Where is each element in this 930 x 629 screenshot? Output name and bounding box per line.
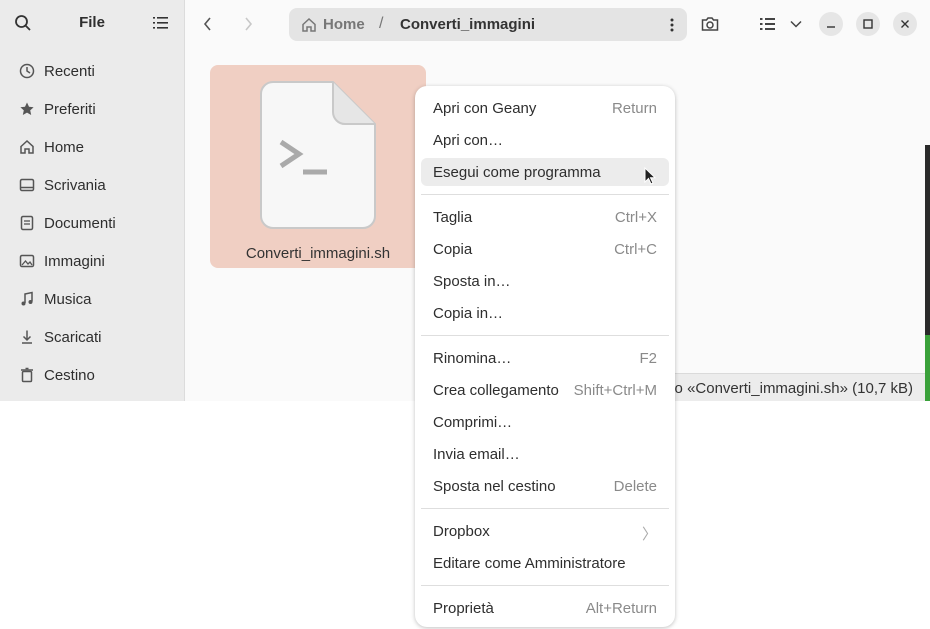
- menu-item-shortcut: Ctrl+X: [614, 209, 657, 226]
- menu-separator: [421, 585, 669, 586]
- sidebar-item-label: Home: [44, 138, 85, 156]
- list-view-icon[interactable]: [753, 9, 783, 39]
- menu-item-label: Proprietà: [433, 600, 494, 617]
- menu-item-label: Sposta in…: [433, 273, 511, 290]
- desktop-icon: [18, 176, 36, 194]
- menu-item-comprimi[interactable]: Comprimi…: [421, 408, 669, 436]
- minimize-icon[interactable]: [819, 12, 843, 36]
- sidebar-header: File: [0, 0, 184, 46]
- sidebar-item-cestino[interactable]: Cestino: [10, 359, 176, 391]
- file-name: Converti_immagini.sh: [245, 245, 391, 262]
- menu-item-shortcut: Ctrl+C: [614, 241, 657, 258]
- menu-item-shortcut: Return: [611, 100, 657, 117]
- menu-item-label: Esegui come programma: [433, 164, 601, 181]
- status-text: to «Converti_immagini.sh» (10,7 kB): [670, 380, 913, 397]
- home-icon: [302, 17, 316, 32]
- menu-separator: [421, 508, 669, 509]
- sidebar-item-label: Scrivania: [44, 176, 106, 194]
- download-icon: [18, 328, 36, 346]
- sidebar-item-label: Preferiti: [44, 100, 96, 118]
- home-icon: [18, 138, 36, 156]
- hamburger-menu-icon[interactable]: [150, 12, 172, 34]
- view-options-chevron-icon[interactable]: [781, 9, 811, 39]
- star-icon: [18, 100, 36, 118]
- sidebar-item-label: Documenti: [44, 214, 116, 232]
- menu-item-label: Dropbox: [433, 523, 490, 540]
- menu-item-taglia[interactable]: Taglia Ctrl+X: [421, 203, 669, 231]
- menu-item-shortcut: Delete: [613, 478, 657, 495]
- menu-item-label: Apri con Geany: [433, 100, 537, 117]
- menu-item-label: Crea collegamento: [433, 382, 559, 399]
- close-icon[interactable]: [893, 12, 917, 36]
- trash-icon: [18, 366, 36, 384]
- menu-separator: [421, 194, 669, 195]
- sidebar-item-label: Musica: [44, 290, 92, 308]
- sidebar-item-documenti[interactable]: Documenti: [10, 207, 176, 239]
- menu-item-proprieta[interactable]: Proprietà Alt+Return: [421, 594, 669, 622]
- menu-item-label: Copia in…: [433, 305, 504, 322]
- menu-item-sposta-nel-cestino[interactable]: Sposta nel cestino Delete: [421, 472, 669, 500]
- menu-item-shortcut: Alt+Return: [585, 600, 657, 617]
- menu-item-editare-come-amministratore[interactable]: Editare come Amministratore: [421, 549, 669, 577]
- back-icon[interactable]: [193, 9, 223, 39]
- breadcrumb-separator: /: [379, 15, 384, 32]
- menu-item-shortcut: Shift+Ctrl+M: [573, 382, 657, 399]
- forward-icon[interactable]: [233, 9, 263, 39]
- menu-item-label: Invia email…: [433, 446, 520, 463]
- context-menu: Apri con Geany Return Apri con… Esegui c…: [415, 86, 675, 627]
- document-icon: [18, 214, 36, 232]
- breadcrumb: Home / Converti_immagini: [289, 8, 687, 41]
- menu-item-rinomina[interactable]: Rinomina… F2: [421, 344, 669, 372]
- sidebar-item-preferiti[interactable]: Preferiti: [10, 93, 176, 125]
- breadcrumb-current[interactable]: Converti_immagini: [400, 16, 535, 33]
- menu-item-apri-con-geany[interactable]: Apri con Geany Return: [421, 94, 669, 122]
- search-folder-icon[interactable]: [695, 9, 725, 39]
- menu-item-esegui-come-programma[interactable]: Esegui come programma: [421, 158, 669, 186]
- menu-item-label: Apri con…: [433, 132, 504, 149]
- menu-item-dropbox[interactable]: Dropbox 〉: [421, 517, 669, 545]
- sidebar-item-label: Cestino: [44, 366, 95, 384]
- sidebar-item-scaricati[interactable]: Scaricati: [10, 321, 176, 353]
- breadcrumb-home-label: Home: [323, 16, 365, 33]
- menu-item-copia[interactable]: Copia Ctrl+C: [421, 235, 669, 263]
- script-file-icon: [260, 81, 376, 229]
- sidebar-item-scrivania[interactable]: Scrivania: [10, 169, 176, 201]
- menu-item-crea-collegamento[interactable]: Crea collegamento Shift+Ctrl+M: [421, 376, 669, 404]
- menu-item-label: Comprimi…: [433, 414, 513, 431]
- file-item[interactable]: Converti_immagini.sh: [210, 65, 426, 268]
- menu-item-label: Taglia: [433, 209, 473, 226]
- menu-item-sposta-in[interactable]: Sposta in…: [421, 267, 669, 295]
- menu-item-label: Copia: [433, 241, 473, 258]
- sidebar-item-immagini[interactable]: Immagini: [10, 245, 176, 277]
- sidebar-item-label: Recenti: [44, 62, 95, 80]
- sidebar-item-label: Scaricati: [44, 328, 102, 346]
- clock-icon: [18, 62, 36, 80]
- sidebar: File Recenti Preferiti Home Scrivania Do…: [0, 0, 185, 401]
- sidebar-item-home[interactable]: Home: [10, 131, 176, 163]
- sidebar-item-recenti[interactable]: Recenti: [10, 55, 176, 87]
- sidebar-item-musica[interactable]: Musica: [10, 283, 176, 315]
- maximize-icon[interactable]: [856, 12, 880, 36]
- breadcrumb-home[interactable]: Home: [301, 16, 365, 33]
- menu-separator: [421, 335, 669, 336]
- image-icon: [18, 252, 36, 270]
- menu-item-copia-in[interactable]: Copia in…: [421, 299, 669, 327]
- mouse-pointer-icon: [644, 167, 656, 185]
- path-menu-icon[interactable]: [661, 14, 683, 36]
- menu-item-apri-con[interactable]: Apri con…: [421, 126, 669, 154]
- menu-item-shortcut: F2: [639, 350, 657, 367]
- music-icon: [18, 290, 36, 308]
- menu-item-label: Editare come Amministratore: [433, 555, 626, 572]
- menu-item-invia-email[interactable]: Invia email…: [421, 440, 669, 468]
- sidebar-item-label: Immagini: [44, 252, 105, 270]
- status-bar: to «Converti_immagini.sh» (10,7 kB): [655, 373, 930, 401]
- background-window-edge-green: [925, 335, 930, 401]
- menu-item-label: Sposta nel cestino: [433, 478, 556, 495]
- submenu-arrow-icon: 〉: [641, 526, 657, 543]
- menu-item-label: Rinomina…: [433, 350, 512, 367]
